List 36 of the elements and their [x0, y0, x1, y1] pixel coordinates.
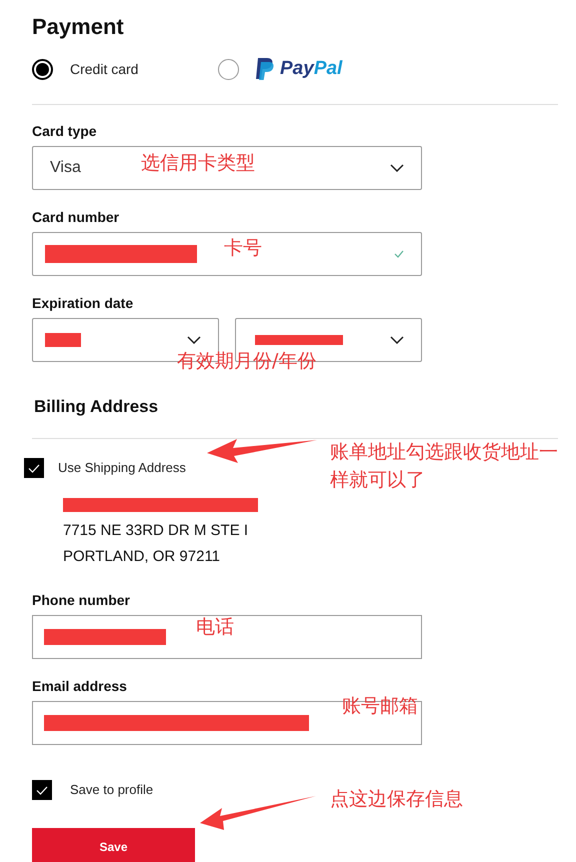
paypal-p-icon — [255, 57, 275, 81]
radio-button[interactable] — [32, 58, 53, 80]
radio-label: Credit card — [70, 60, 138, 78]
select-value: Visa — [50, 158, 81, 178]
annotation-note: 电话 — [196, 615, 234, 639]
radio-button[interactable] — [218, 58, 239, 80]
page-title: Payment — [32, 13, 125, 41]
save-button[interactable]: Save — [32, 828, 195, 862]
checkmark-icon — [28, 464, 40, 472]
checkbox[interactable] — [24, 458, 44, 478]
address-line: PORTLAND, OR 97211 — [63, 547, 222, 567]
annotation-note: 选信用卡类型 — [141, 151, 255, 175]
chevron-down-icon — [187, 336, 201, 344]
annotation-note: 卡号 — [224, 236, 262, 260]
annotation-note: 账单地址勾选跟收货地址一样就可以了 — [330, 440, 559, 493]
redaction-bar — [45, 333, 81, 347]
field-label: Expiration date — [32, 294, 134, 312]
chevron-down-icon — [390, 336, 404, 344]
field-label: Phone number — [32, 591, 132, 609]
card-number-field[interactable] — [32, 232, 422, 276]
field-label: Card type — [32, 122, 98, 140]
chevron-down-icon — [390, 164, 404, 172]
annotation-note: 有效期月份/年份 — [177, 349, 316, 373]
annotation-note: 点这边保存信息 — [330, 787, 463, 811]
section-heading: Billing Address — [33, 396, 160, 418]
phone-field[interactable] — [32, 615, 422, 659]
paypal-wordmark: PayPal — [280, 56, 342, 81]
checkbox-label: Save to profile — [70, 781, 154, 800]
annotation-note: 账号邮箱 — [342, 694, 418, 718]
checkbox[interactable] — [32, 780, 52, 800]
checkbox-label: Use Shipping Address — [58, 459, 186, 478]
field-label: Email address — [32, 677, 128, 695]
field-label: Card number — [32, 208, 120, 226]
address-line: 7715 NE 33RD DR M STE I — [63, 521, 250, 541]
paypal-logo[interactable]: PayPal — [255, 54, 342, 84]
checkmark-icon — [36, 786, 48, 794]
